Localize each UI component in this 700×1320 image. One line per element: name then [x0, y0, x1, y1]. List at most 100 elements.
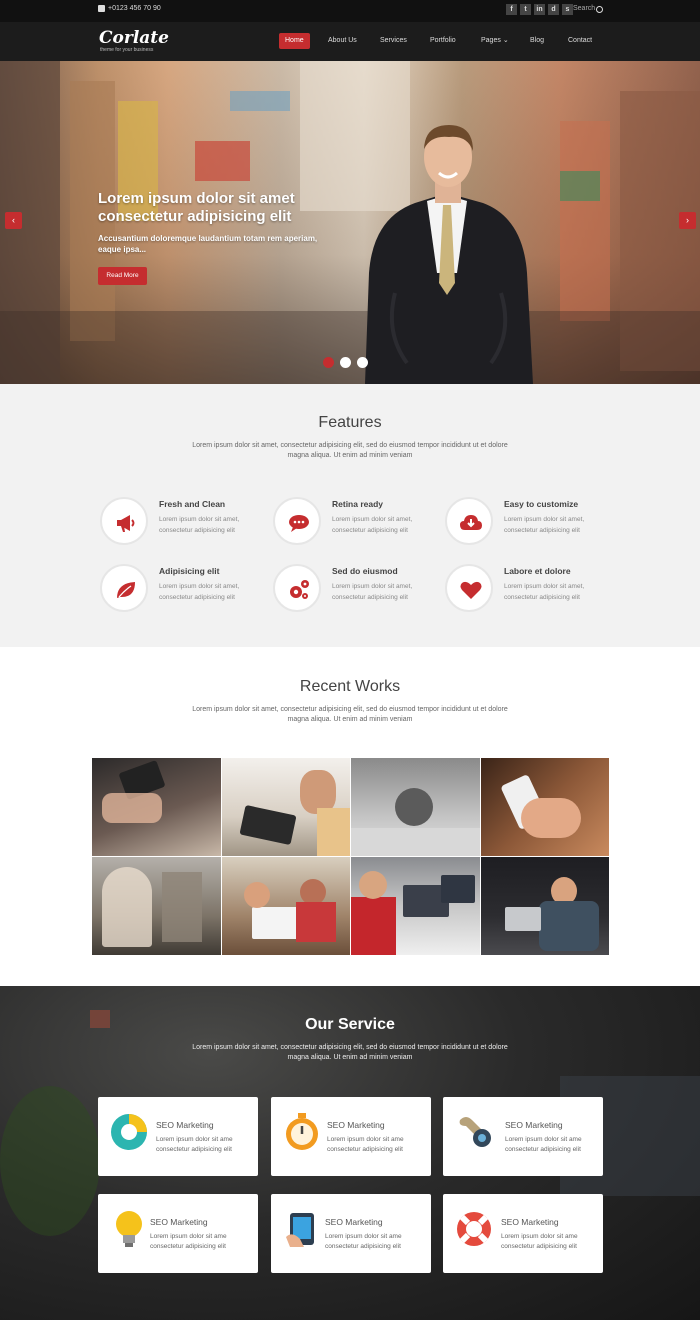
feature-title: Retina ready [332, 499, 384, 509]
service-card-text: Lorem ipsum dolor sit ame consectetur ad… [325, 1233, 402, 1250]
service-card[interactable]: SEO Marketing Lorem ipsum dolor sit ame … [271, 1097, 431, 1176]
hero-bg-sign [560, 171, 600, 201]
facebook-icon[interactable]: f [506, 4, 517, 15]
services-section: Our Service Lorem ipsum dolor sit amet, … [0, 986, 700, 1320]
service-card[interactable]: SEO Marketing Lorem ipsum dolor sit ame … [271, 1194, 431, 1273]
megaphone-icon [117, 515, 135, 532]
feature-text: Lorem ipsum dolor sit amet, consectetur … [159, 516, 240, 534]
service-card[interactable]: SEO Marketing Lorem ipsum dolor sit ame … [98, 1097, 258, 1176]
social-links: f t in d s [506, 4, 573, 15]
slider-dot-2[interactable] [340, 357, 351, 368]
service-card-title: SEO Marketing [327, 1120, 385, 1130]
service-card[interactable]: SEO Marketing Lorem ipsum dolor sit ame … [443, 1194, 603, 1273]
portfolio-item[interactable] [351, 857, 480, 955]
search-input[interactable]: Search [573, 5, 595, 12]
hero-title: Lorem ipsum dolor sit amet consectetur a… [98, 190, 295, 225]
chat-icon [289, 515, 309, 532]
hero-bg-street [0, 311, 700, 384]
nav-pages[interactable]: Pages ⌄ [475, 33, 515, 49]
feature-icon-circle [445, 497, 493, 545]
service-card-title: SEO Marketing [156, 1120, 214, 1130]
nav-blog[interactable]: Blog [524, 33, 550, 49]
feature-text: Lorem ipsum dolor sit amet, consectetur … [504, 583, 585, 601]
feature-text: Lorem ipsum dolor sit amet, consectetur … [504, 516, 585, 534]
logo[interactable]: Corlate [99, 28, 169, 48]
portfolio-grid [92, 758, 609, 955]
feature-title: Easy to customize [504, 499, 579, 509]
portfolio-item[interactable] [480, 857, 609, 955]
slider-pagination [323, 357, 368, 368]
portfolio-item[interactable] [221, 857, 350, 955]
services-description: Lorem ipsum dolor sit amet, consectetur … [192, 1044, 508, 1061]
phone-contact: +0123 456 70 90 [98, 5, 161, 12]
service-card-text: Lorem ipsum dolor sit ame consectetur ad… [156, 1136, 233, 1153]
slider-next-button[interactable]: › [679, 212, 696, 229]
portfolio-item[interactable] [92, 857, 221, 955]
pie-chart-icon [111, 1114, 147, 1150]
chevron-right-icon: › [686, 215, 689, 225]
nav-about-us[interactable]: About Us [322, 33, 363, 49]
feature-title: Sed do eiusmod [332, 566, 398, 576]
recent-works-description: Lorem ipsum dolor sit amet, consectetur … [192, 706, 508, 723]
hero-subtitle: Accusantium doloremque laudantium totam … [98, 234, 318, 254]
stopwatch-icon [286, 1113, 318, 1150]
portfolio-item[interactable] [351, 758, 480, 856]
twitter-icon[interactable]: t [520, 4, 531, 15]
heart-icon [460, 581, 482, 599]
service-card[interactable]: SEO Marketing Lorem ipsum dolor sit ame … [443, 1097, 603, 1176]
feature-icon-circle [100, 497, 148, 545]
feature-icon-circle [100, 564, 148, 612]
gears-icon [290, 580, 309, 599]
nav-portfolio[interactable]: Portfolio [424, 33, 462, 49]
service-card-title: SEO Marketing [501, 1217, 559, 1227]
nav-home[interactable]: Home [279, 33, 310, 49]
phone-number: +0123 456 70 90 [108, 5, 161, 12]
feature-title: Adipisicing elit [159, 566, 220, 576]
dribbble-icon[interactable]: d [548, 4, 559, 15]
chevron-down-icon: ⌄ [502, 37, 509, 44]
search-icon[interactable] [596, 6, 603, 13]
service-card-text: Lorem ipsum dolor sit ame consectetur ad… [327, 1136, 404, 1153]
portfolio-item[interactable] [221, 758, 350, 856]
feature-icon-circle [273, 497, 321, 545]
feature-title: Labore et dolore [504, 566, 571, 576]
logo-tagline: theme for your business [100, 47, 154, 53]
nav-contact[interactable]: Contact [562, 33, 598, 49]
slider-prev-button[interactable]: ‹ [5, 212, 22, 229]
feature-item: Sed do eiusmod Lorem ipsum dolor sit ame… [273, 564, 443, 614]
recent-works-title: Recent Works [299, 678, 401, 695]
read-more-button[interactable]: Read More [98, 267, 147, 285]
services-bg-plant [0, 1086, 100, 1236]
service-card-title: SEO Marketing [325, 1217, 383, 1227]
service-card[interactable]: SEO Marketing Lorem ipsum dolor sit ame … [98, 1194, 258, 1273]
service-card-text: Lorem ipsum dolor sit ame consectetur ad… [150, 1233, 227, 1250]
features-description: Lorem ipsum dolor sit amet, consectetur … [192, 442, 508, 459]
nav-pages-label: Pages [481, 37, 501, 44]
service-card-text: Lorem ipsum dolor sit ame consectetur ad… [501, 1233, 578, 1250]
hero-person-image [365, 125, 533, 384]
feature-item: Easy to customize Lorem ipsum dolor sit … [445, 497, 615, 547]
leaf-icon [117, 582, 135, 598]
portfolio-item[interactable] [92, 758, 221, 856]
skype-icon[interactable]: s [562, 4, 573, 15]
slider-dot-1[interactable] [323, 357, 334, 368]
hero-bg-sign [195, 141, 250, 181]
lifebuoy-icon [457, 1212, 491, 1246]
lightbulb-icon [116, 1211, 142, 1247]
nav-services[interactable]: Services [374, 33, 413, 49]
portfolio-item[interactable] [480, 758, 609, 856]
service-card-text: Lorem ipsum dolor sit ame consectetur ad… [505, 1136, 582, 1153]
slider-dot-3[interactable] [357, 357, 368, 368]
feature-text: Lorem ipsum dolor sit amet, consectetur … [159, 583, 240, 601]
services-title: Our Service [305, 1016, 395, 1033]
features-title: Features [318, 414, 382, 431]
feature-title: Fresh and Clean [159, 499, 226, 509]
feature-item: Fresh and Clean Lorem ipsum dolor sit am… [100, 497, 270, 547]
hero-slider: Lorem ipsum dolor sit amet consectetur a… [0, 61, 700, 384]
feature-item: Adipisicing elit Lorem ipsum dolor sit a… [100, 564, 270, 614]
feature-icon-circle [445, 564, 493, 612]
service-card-title: SEO Marketing [505, 1120, 563, 1130]
hero-bg-building [560, 121, 610, 321]
wrench-icon [459, 1117, 491, 1147]
linkedin-icon[interactable]: in [534, 4, 545, 15]
